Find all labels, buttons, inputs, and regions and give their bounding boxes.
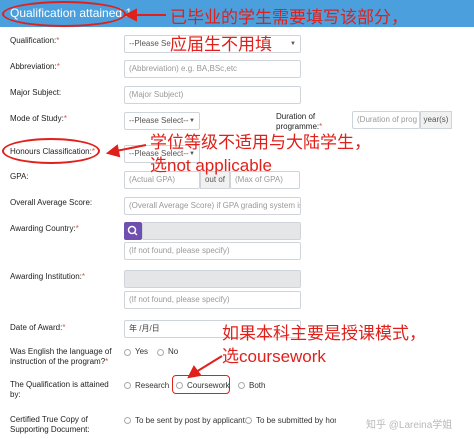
annotation-arrows [105,8,223,379]
watermark-text: 知乎 @Lareina学姐 [366,420,453,431]
